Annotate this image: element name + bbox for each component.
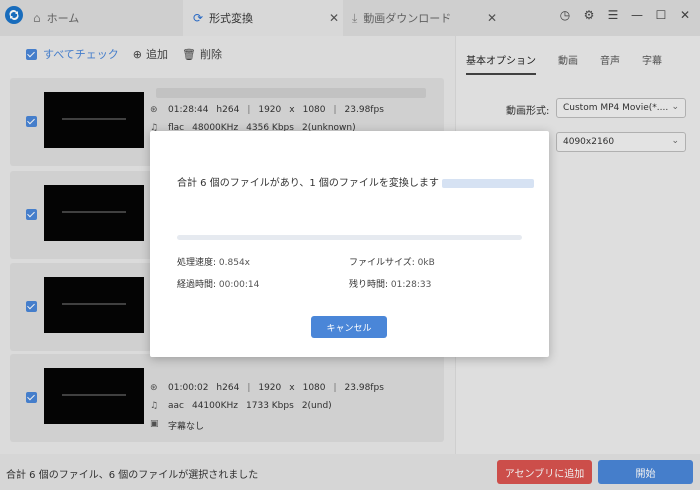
cancel-button[interactable]: キャンセル — [311, 316, 387, 338]
conversion-message: 合計 6 個のファイルがあり、1 個のファイルを変換します — [177, 174, 534, 189]
conversion-progress-dialog: 合計 6 個のファイルがあり、1 個のファイルを変換します 処理速度: 0.85… — [150, 131, 549, 357]
size-label: ファイルサイズ: — [349, 258, 415, 268]
elapsed-label: 経過時間: — [177, 280, 217, 290]
speed-label: 処理速度: — [177, 258, 217, 268]
size-value: 0kB — [417, 258, 435, 268]
remaining-label: 残り時間: — [349, 280, 389, 290]
size-stat: ファイルサイズ: 0kB — [349, 255, 435, 268]
file-name-redacted — [441, 178, 534, 188]
remaining-value: 01:28:33 — [390, 280, 432, 290]
remaining-stat: 残り時間: 01:28:33 — [349, 277, 431, 290]
progress-bar — [177, 235, 522, 240]
speed-stat: 処理速度: 0.854x — [177, 255, 250, 268]
elapsed-value: 00:00:14 — [218, 280, 260, 290]
elapsed-stat: 経過時間: 00:00:14 — [177, 277, 259, 290]
speed-value: 0.854x — [218, 258, 251, 268]
conversion-message-text: 合計 6 個のファイルがあり、1 個のファイルを変換します — [177, 178, 439, 189]
